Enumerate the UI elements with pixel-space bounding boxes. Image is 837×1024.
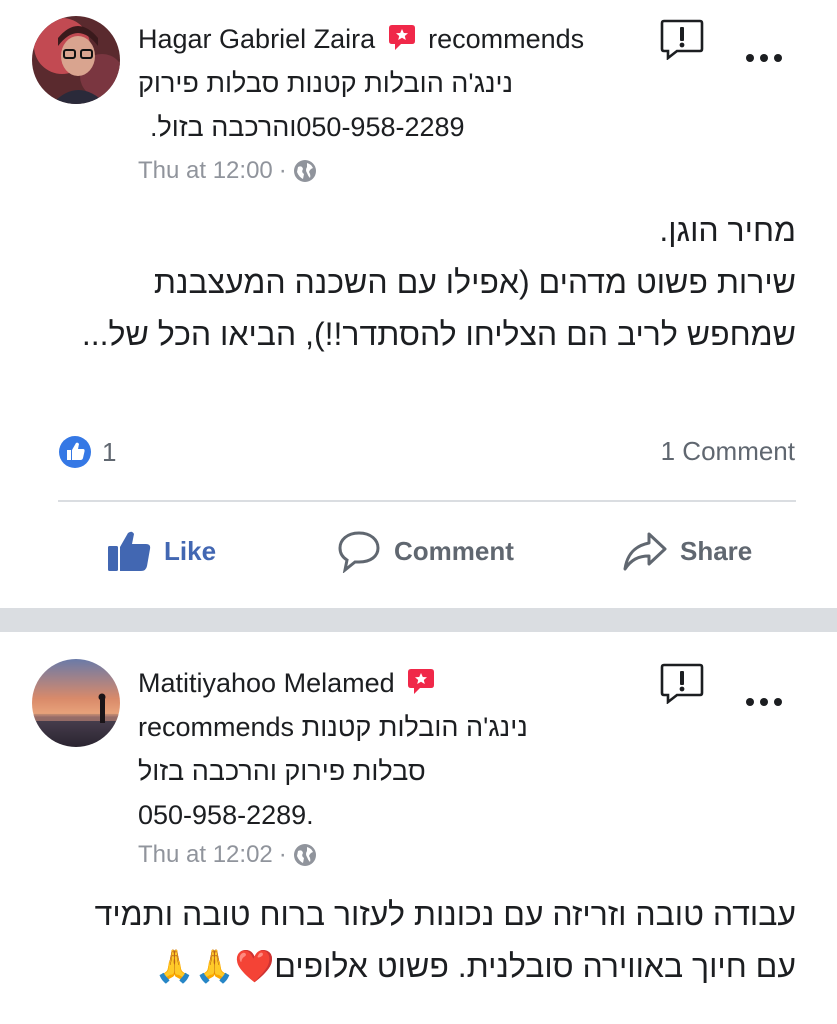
timestamp[interactable]: Thu at 12:00 [138,157,273,184]
share-icon [623,532,667,571]
page-name[interactable]: נינג'ה הובלות קטנות סבלות פירוק [138,61,658,105]
reaction-summary[interactable]: 1 [58,432,116,472]
review-post: Hagar Gabriel Zaira recommends נינג'ה הו… [0,0,837,608]
post-meta: Thu at 12:00 · [138,156,317,186]
globe-icon [293,844,316,866]
comment-label: Comment [394,535,514,566]
like-reaction-icon [59,436,91,468]
like-label: Like [164,535,217,566]
post-meta: Thu at 12:02 · [138,840,317,870]
timestamp[interactable]: Thu at 12:02 [138,841,273,868]
report-icon[interactable] [660,662,704,704]
meta-separator: · [278,841,287,868]
comment-count[interactable]: 1 Comment [661,436,795,467]
like-button[interactable]: Like [106,526,216,576]
share-label: Share [680,535,753,566]
recommends-text: recommends [428,24,585,54]
more-options-icon[interactable] [745,694,783,710]
post-header: Matitiyahoo Melamed נינג'ה הובלות קטנות … [138,661,658,837]
review-post: Matitiyahoo Melamed נינג'ה הובלות קטנות … [0,632,837,1024]
avatar[interactable] [32,659,120,747]
post-header: Hagar Gabriel Zaira recommends נינג'ה הו… [138,17,658,149]
feed-separator [0,608,837,632]
author-name[interactable]: Hagar Gabriel Zaira [138,24,375,54]
comment-icon [338,531,380,573]
reaction-count: 1 [102,436,117,467]
page-name-continued[interactable]: 050-958-2289והרכבה בזול. [138,105,658,149]
share-button[interactable]: Share [622,526,752,576]
more-options-icon[interactable] [745,50,783,66]
like-icon [108,531,151,571]
comment-button[interactable]: Comment [336,526,514,576]
page-name-continued[interactable]: סבלות פירוק והרכבה בזול [138,749,658,793]
avatar[interactable] [32,16,120,104]
globe-icon [293,160,316,182]
report-icon[interactable] [660,18,704,60]
recommend-badge-icon [408,669,435,694]
post-body[interactable]: מחיר הוגן. שירות פשוט מדהים (אפילו עם הש… [36,204,796,360]
meta-separator: · [278,157,287,184]
recommend-badge-icon [388,25,415,50]
page-phone[interactable]: 050-958-2289. [138,793,658,837]
page-name[interactable]: נינג'ה הובלות קטנות recommends [138,705,658,749]
author-name[interactable]: Matitiyahoo Melamed [138,668,395,698]
post-body[interactable]: עבודה טובה וזריזה עם נכונות לעזור ברוח ט… [36,888,796,992]
divider [58,500,796,502]
